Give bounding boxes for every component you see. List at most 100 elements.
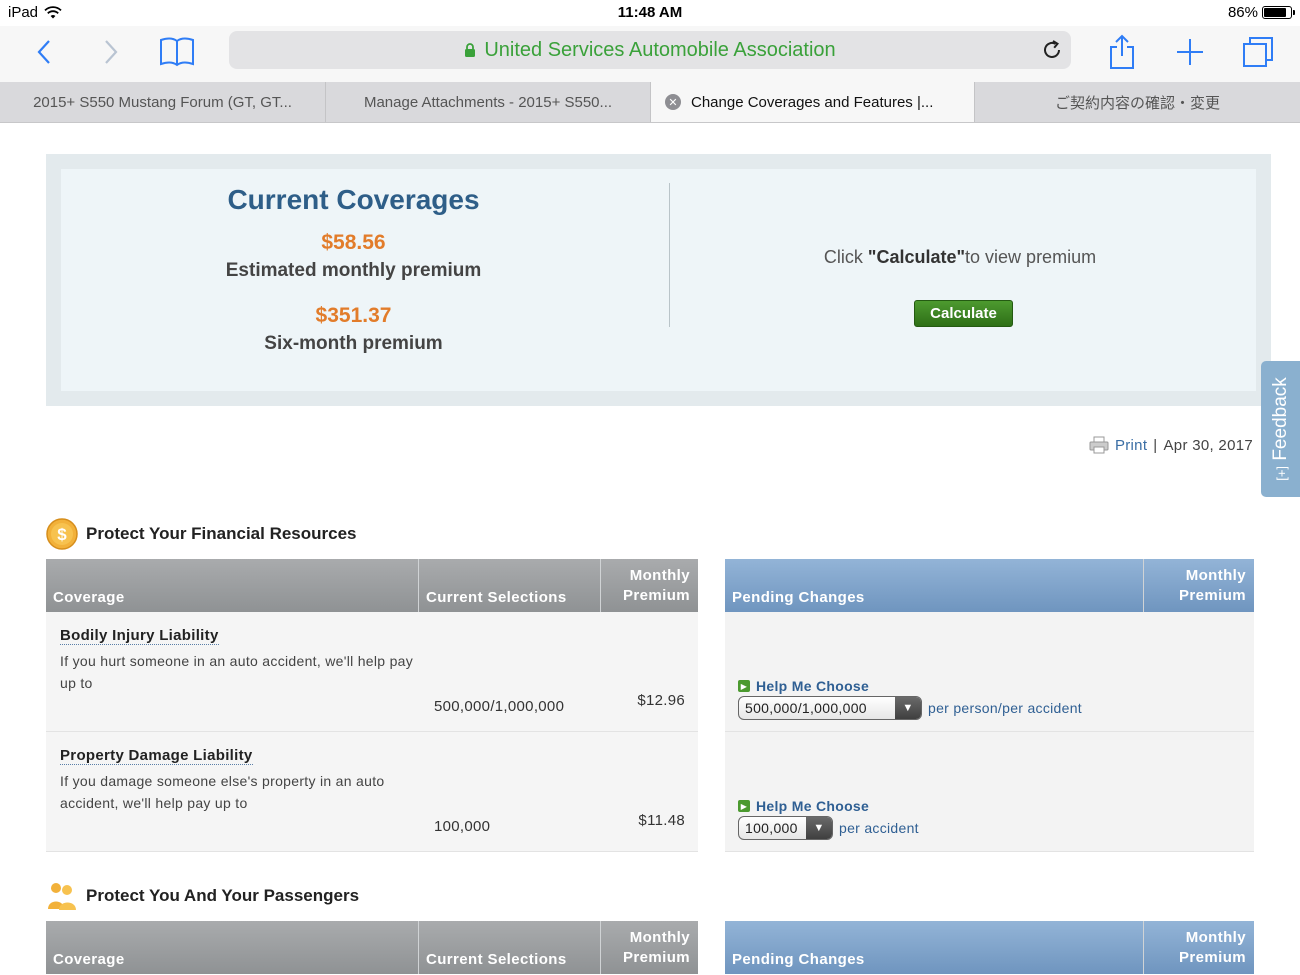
header-monthly-line2: Premium <box>623 587 690 604</box>
header-monthly-line1: Monthly <box>629 929 690 946</box>
print-date: Apr 30, 2017 <box>1163 436 1253 454</box>
current-coverages-block: Current Coverages $58.56 Estimated month… <box>61 169 669 391</box>
section-title: Protect You And Your Passengers <box>86 886 360 905</box>
dropdown-arrow-icon: ▼ <box>806 817 832 839</box>
header-monthly-premium: Monthly Premium <box>601 559 698 612</box>
calc-suffix: to view premium <box>965 247 1097 267</box>
tab-policy-japanese[interactable]: ご契約内容の確認・変更 <box>975 82 1300 122</box>
printer-icon[interactable] <box>1089 436 1109 454</box>
current-coverages-title: Current Coverages <box>227 184 480 215</box>
current-selection-value: 100,000 <box>434 818 491 835</box>
pending-table-header: Pending Changes Monthly Premium <box>725 921 1254 974</box>
help-label: Help Me Choose <box>756 678 870 694</box>
select-unit: per accident <box>839 820 919 836</box>
url-site-name: United Services Automobile Association <box>484 39 836 61</box>
header-current-label: Current Selections <box>426 951 567 968</box>
monthly-premium-value: $12.96 <box>637 692 685 709</box>
battery-percent: 86% <box>1227 4 1258 21</box>
select-value: 100,000 <box>745 820 798 836</box>
share-icon <box>1110 34 1134 69</box>
pending-table-header: Pending Changes Monthly Premium <box>725 559 1254 612</box>
six-month-premium-label: Six-month premium <box>264 333 443 354</box>
calculate-block: Click "Calculate"to view premium Calcula… <box>670 169 1256 391</box>
reload-icon <box>1044 40 1060 58</box>
tabs-icon <box>1243 37 1273 67</box>
svg-text:$: $ <box>57 525 67 544</box>
pending-changes-table: Pending Changes Monthly Premium ▶ Help Me… <box>725 559 1254 852</box>
header-monthly-line2: Premium <box>623 949 690 966</box>
tab-label: 2015+ S550 Mustang Forum (GT, GT... <box>33 93 292 111</box>
arrow-right-icon: ▶ <box>738 800 750 812</box>
header-coverage: Coverage <box>46 559 419 612</box>
help-me-choose-link[interactable]: ▶ Help Me Choose <box>738 798 869 814</box>
calculate-message: Click "Calculate"to view premium <box>670 247 1250 268</box>
calculate-button[interactable]: Calculate <box>914 300 1013 327</box>
bookmarks-button[interactable] <box>157 32 197 72</box>
feedback-icon: [+] <box>1273 465 1289 481</box>
tab-manage-attachments[interactable]: Manage Attachments - 2015+ S550... <box>326 82 651 122</box>
coverage-name-link[interactable]: Property Damage Liability <box>60 747 253 765</box>
monthly-premium-value: $11.48 <box>638 812 685 829</box>
section-financial-resources-heading: $ Protect Your Financial Resources <box>46 518 357 550</box>
coverage-summary-inner: Current Coverages $58.56 Estimated month… <box>61 169 1256 391</box>
print-separator: | <box>1153 436 1158 454</box>
table-row: Bodily Injury Liability If you hurt some… <box>46 612 698 732</box>
status-right: 86% <box>1227 4 1295 21</box>
table-row: ▶ Help Me Choose 500,000/1,000,000 ▼ per… <box>725 612 1254 732</box>
calc-bold: "Calculate" <box>867 247 966 267</box>
header-pending-label: Pending Changes <box>732 951 865 968</box>
tabs-overview-button[interactable] <box>1238 32 1278 72</box>
print-link[interactable]: Print <box>1115 437 1147 454</box>
table-row: ▶ Help Me Choose 100,000 ▼ per accident <box>725 732 1254 852</box>
clock: 11:48 AM <box>617 4 683 21</box>
header-coverage-label: Coverage <box>53 951 125 968</box>
people-icon <box>48 883 76 910</box>
plus-icon <box>1177 39 1203 65</box>
pending-changes-table-passengers: Pending Changes Monthly Premium <box>725 921 1254 974</box>
header-pmonthly-line2: Premium <box>1179 949 1246 966</box>
header-pmonthly-line1: Monthly <box>1185 929 1246 946</box>
header-pending-changes: Pending Changes <box>725 559 1144 612</box>
feedback-tab[interactable]: [+] Feedback <box>1261 361 1300 497</box>
lock-icon <box>465 43 476 58</box>
tab-change-coverages[interactable]: ✕ Change Coverages and Features |... <box>651 82 975 122</box>
header-current-selections: Current Selections <box>419 559 601 612</box>
property-damage-select[interactable]: 100,000 ▼ <box>738 816 833 840</box>
reload-button[interactable] <box>1041 39 1063 61</box>
back-button[interactable] <box>24 32 64 72</box>
help-me-choose-link[interactable]: ▶ Help Me Choose <box>738 678 869 694</box>
close-icon[interactable]: ✕ <box>665 94 681 110</box>
coverage-name-link[interactable]: Bodily Injury Liability <box>60 627 219 645</box>
coverage-table: Coverage Current Selections Monthly Premi… <box>46 559 698 852</box>
bodily-injury-select[interactable]: 500,000/1,000,000 ▼ <box>738 696 922 720</box>
section-passengers-heading: Protect You And Your Passengers <box>46 881 359 911</box>
chevron-left-icon <box>37 40 50 64</box>
table-row: Property Damage Liability If you damage … <box>46 732 698 852</box>
page-content: Current Coverages $58.56 Estimated month… <box>0 123 1300 975</box>
header-current-selections: Current Selections <box>419 921 601 974</box>
coverage-table-header: Coverage Current Selections Monthly Premi… <box>46 559 698 612</box>
monthly-premium-label: Estimated monthly premium <box>225 260 482 281</box>
header-pending-changes: Pending Changes <box>725 921 1144 974</box>
status-bar: iPad 11:48 AM 86% <box>0 0 1300 26</box>
tab-mustang-forum[interactable]: 2015+ S550 Mustang Forum (GT, GT... <box>0 82 326 122</box>
coverage-table-header: Coverage Current Selections Monthly Premi… <box>46 921 698 974</box>
book-icon <box>160 37 194 67</box>
battery-level <box>1264 8 1287 17</box>
header-monthly-line1: Monthly <box>629 567 690 584</box>
address-bar[interactable]: United Services Automobile Association <box>229 31 1071 69</box>
coverage-table-passengers: Coverage Current Selections Monthly Premi… <box>46 921 698 974</box>
current-selection-value: 500,000/1,000,000 <box>434 698 565 715</box>
select-value: 500,000/1,000,000 <box>745 700 867 716</box>
monthly-premium-amount: $58.56 <box>321 231 386 254</box>
header-pending-monthly-premium: Monthly Premium <box>1144 559 1254 612</box>
pending-select-row: 100,000 ▼ per accident <box>738 816 919 840</box>
forward-button[interactable] <box>91 32 131 72</box>
new-tab-button[interactable] <box>1170 32 1210 72</box>
chevron-right-icon <box>105 40 118 64</box>
browser-toolbar: United Services Automobile Association <box>0 26 1300 82</box>
header-coverage: Coverage <box>46 921 419 974</box>
six-month-premium-amount: $351.37 <box>315 304 392 327</box>
share-button[interactable] <box>1102 32 1142 72</box>
tab-label: Manage Attachments - 2015+ S550... <box>363 93 613 111</box>
